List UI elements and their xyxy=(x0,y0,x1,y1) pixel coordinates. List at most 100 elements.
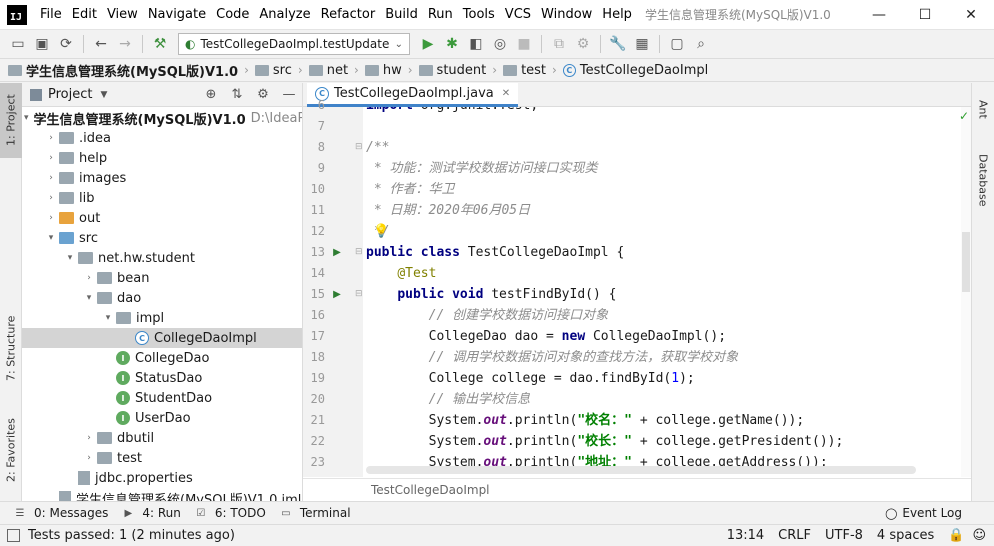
fold-marker-icon[interactable]: ⊟ xyxy=(355,247,363,257)
menu-view[interactable]: View xyxy=(102,0,143,29)
chevron-right-icon[interactable]: › xyxy=(43,173,59,183)
tree-item[interactable]: ▾ src xyxy=(22,228,302,248)
code-line[interactable]: // 输出学校信息 xyxy=(366,389,530,410)
event-log-button[interactable]: ◯ Event Log xyxy=(885,506,962,520)
lock-icon[interactable]: 🔒 xyxy=(948,528,964,543)
breadcrumb-item[interactable]: 学生信息管理系统(MySQL版)V1.0 › xyxy=(8,61,255,80)
chevron-down-icon[interactable]: ▼ xyxy=(100,90,107,100)
menu-window[interactable]: Window xyxy=(536,0,597,29)
run-with-coverage-icon[interactable]: ◧ xyxy=(464,32,488,56)
tree-item[interactable]: I CollegeDao xyxy=(22,348,302,368)
settings-wrench-icon[interactable]: 🔧 xyxy=(606,32,630,56)
menu-navigate[interactable]: Navigate xyxy=(143,0,211,29)
build-hammer-icon[interactable]: ⚒ xyxy=(148,32,172,56)
hide-panel-icon[interactable]: — xyxy=(276,87,302,102)
menu-file[interactable]: File xyxy=(35,0,67,29)
horizontal-scrollbar[interactable] xyxy=(366,466,916,474)
tree-item[interactable]: ▾ 学生信息管理系统(MySQL版)V1.0 D:\IdeaP xyxy=(22,108,302,128)
chevron-right-icon[interactable]: › xyxy=(43,193,59,203)
locate-file-icon[interactable]: ⊕ xyxy=(198,87,224,102)
code-line[interactable]: * 功能：测试学校数据访问接口实现类 xyxy=(366,158,598,179)
vcs-commit-icon[interactable]: ⚙ xyxy=(571,32,595,56)
code-line[interactable]: // 创建学校数据访问接口对象 xyxy=(366,305,608,326)
breadcrumb-item[interactable]: src › xyxy=(254,63,309,78)
tree-item[interactable]: › lib xyxy=(22,188,302,208)
menu-build[interactable]: Build xyxy=(380,0,423,29)
back-icon[interactable]: ← xyxy=(89,32,113,56)
chevron-right-icon[interactable]: › xyxy=(81,453,97,463)
open-folder-icon[interactable]: ▭ xyxy=(6,32,30,56)
editor-footer-breadcrumb[interactable]: TestCollegeDaoImpl xyxy=(303,478,971,501)
tree-item[interactable]: I StatusDao xyxy=(22,368,302,388)
project-panel-title[interactable]: Project xyxy=(48,87,92,102)
tree-item[interactable]: › dbutil xyxy=(22,428,302,448)
save-all-icon[interactable]: ▣ xyxy=(30,32,54,56)
file-encoding[interactable]: UTF-8 xyxy=(825,528,863,543)
gear-icon[interactable]: ⚙ xyxy=(250,87,276,102)
run-test-gutter-icon[interactable]: ▶ xyxy=(331,246,343,258)
bottom-tab-terminal[interactable]: ▭ Terminal xyxy=(280,506,350,520)
chevron-right-icon[interactable]: › xyxy=(81,273,97,283)
tree-item[interactable]: 学生信息管理系统(MySQL版)V1.0.iml xyxy=(22,488,302,501)
tree-item[interactable]: jdbc.properties xyxy=(22,468,302,488)
vertical-scrollbar[interactable] xyxy=(961,107,971,477)
chevron-down-icon[interactable]: ▾ xyxy=(100,313,116,323)
menu-analyze[interactable]: Analyze xyxy=(254,0,315,29)
code-line[interactable]: import org.junit.Test; xyxy=(366,107,538,116)
close-tab-icon[interactable]: ✕ xyxy=(502,88,510,99)
tree-item[interactable]: › out xyxy=(22,208,302,228)
search-everywhere-icon[interactable]: ⌕ xyxy=(689,32,713,56)
tree-item[interactable]: ▾ dao xyxy=(22,288,302,308)
tree-item[interactable]: › .idea xyxy=(22,128,302,148)
profile-icon[interactable]: ◎ xyxy=(488,32,512,56)
chevron-down-icon[interactable]: ▾ xyxy=(62,253,78,263)
tab-favorites[interactable]: 2: Favorites xyxy=(0,408,22,493)
menu-edit[interactable]: Edit xyxy=(67,0,102,29)
code-area[interactable]: import org.junit.Test; /** * 功能：测试学校数据访问接… xyxy=(366,107,956,477)
scrollbar-thumb[interactable] xyxy=(962,232,970,292)
fold-marker-icon[interactable]: ⊟ xyxy=(355,142,363,152)
toggle-tool-windows-icon[interactable] xyxy=(7,529,20,542)
code-line[interactable]: * 作者：华卫 xyxy=(366,179,455,200)
menu-tools[interactable]: Tools xyxy=(458,0,500,29)
run-test-gutter-icon[interactable]: ▶ xyxy=(331,288,343,300)
menu-run[interactable]: Run xyxy=(423,0,458,29)
chevron-down-icon[interactable]: ▾ xyxy=(43,233,59,243)
caret-position[interactable]: 13:14 xyxy=(727,528,764,543)
tab-database[interactable]: Database xyxy=(972,145,994,215)
code-line[interactable]: // 调用学校数据访问对象的查找方法，获取学校对象 xyxy=(366,347,738,368)
tree-item[interactable]: › help xyxy=(22,148,302,168)
tab-structure[interactable]: 7: Structure xyxy=(0,308,22,388)
inspection-ok-icon[interactable]: ✓ xyxy=(959,109,969,123)
status-message[interactable]: Tests passed: 1 (2 minutes ago) xyxy=(28,528,235,543)
code-line[interactable]: College college = dao.findById(1); xyxy=(366,368,695,389)
debug-icon[interactable]: ✱ xyxy=(440,32,464,56)
inspector-icon[interactable]: ☺ xyxy=(972,528,986,543)
minimize-button[interactable]: — xyxy=(856,0,902,29)
editor-gutter[interactable]: 6 7 8 9 10 11 12 13 14 15 16 17 18 19 20 21 22 23 ▶ ▶ ⊟ ⊟ ⊟ xyxy=(303,98,363,477)
breadcrumb-item[interactable]: hw › xyxy=(364,63,419,78)
bottom-tab-messages[interactable]: ☰ 0: Messages xyxy=(14,506,109,520)
breadcrumb-item[interactable]: C TestCollegeDaoImpl xyxy=(562,63,708,78)
bottom-tab-run[interactable]: ▶ 4: Run xyxy=(122,506,180,520)
menu-vcs[interactable]: VCS xyxy=(500,0,536,29)
tab-ant[interactable]: Ant xyxy=(972,87,994,132)
run-configuration-select[interactable]: ◐ TestCollegeDaoImpl.testUpdate ⌄ xyxy=(178,33,410,55)
code-line[interactable]: System.out.println("校名：" + college.getNa… xyxy=(366,410,805,431)
code-line[interactable]: public void testFindById() { xyxy=(366,284,616,305)
line-separator[interactable]: CRLF xyxy=(778,528,811,543)
tree-item[interactable]: › bean xyxy=(22,268,302,288)
tree-item[interactable]: › images xyxy=(22,168,302,188)
breadcrumb-item[interactable]: student › xyxy=(418,63,504,78)
fold-marker-icon[interactable]: ⊟ xyxy=(355,289,363,299)
sdk-manager-icon[interactable]: ▢ xyxy=(665,32,689,56)
indent-setting[interactable]: 4 spaces xyxy=(877,528,934,543)
code-line[interactable]: /** xyxy=(366,137,389,158)
run-icon[interactable]: ▶ xyxy=(416,32,440,56)
tree-item[interactable]: › test xyxy=(22,448,302,468)
breadcrumb-item[interactable]: test › xyxy=(503,63,563,78)
chevron-right-icon[interactable]: › xyxy=(43,213,59,223)
tree-item[interactable]: ▾ impl xyxy=(22,308,302,328)
vcs-update-icon[interactable]: ⧉ xyxy=(547,32,571,56)
code-line[interactable]: @Test xyxy=(366,263,436,284)
